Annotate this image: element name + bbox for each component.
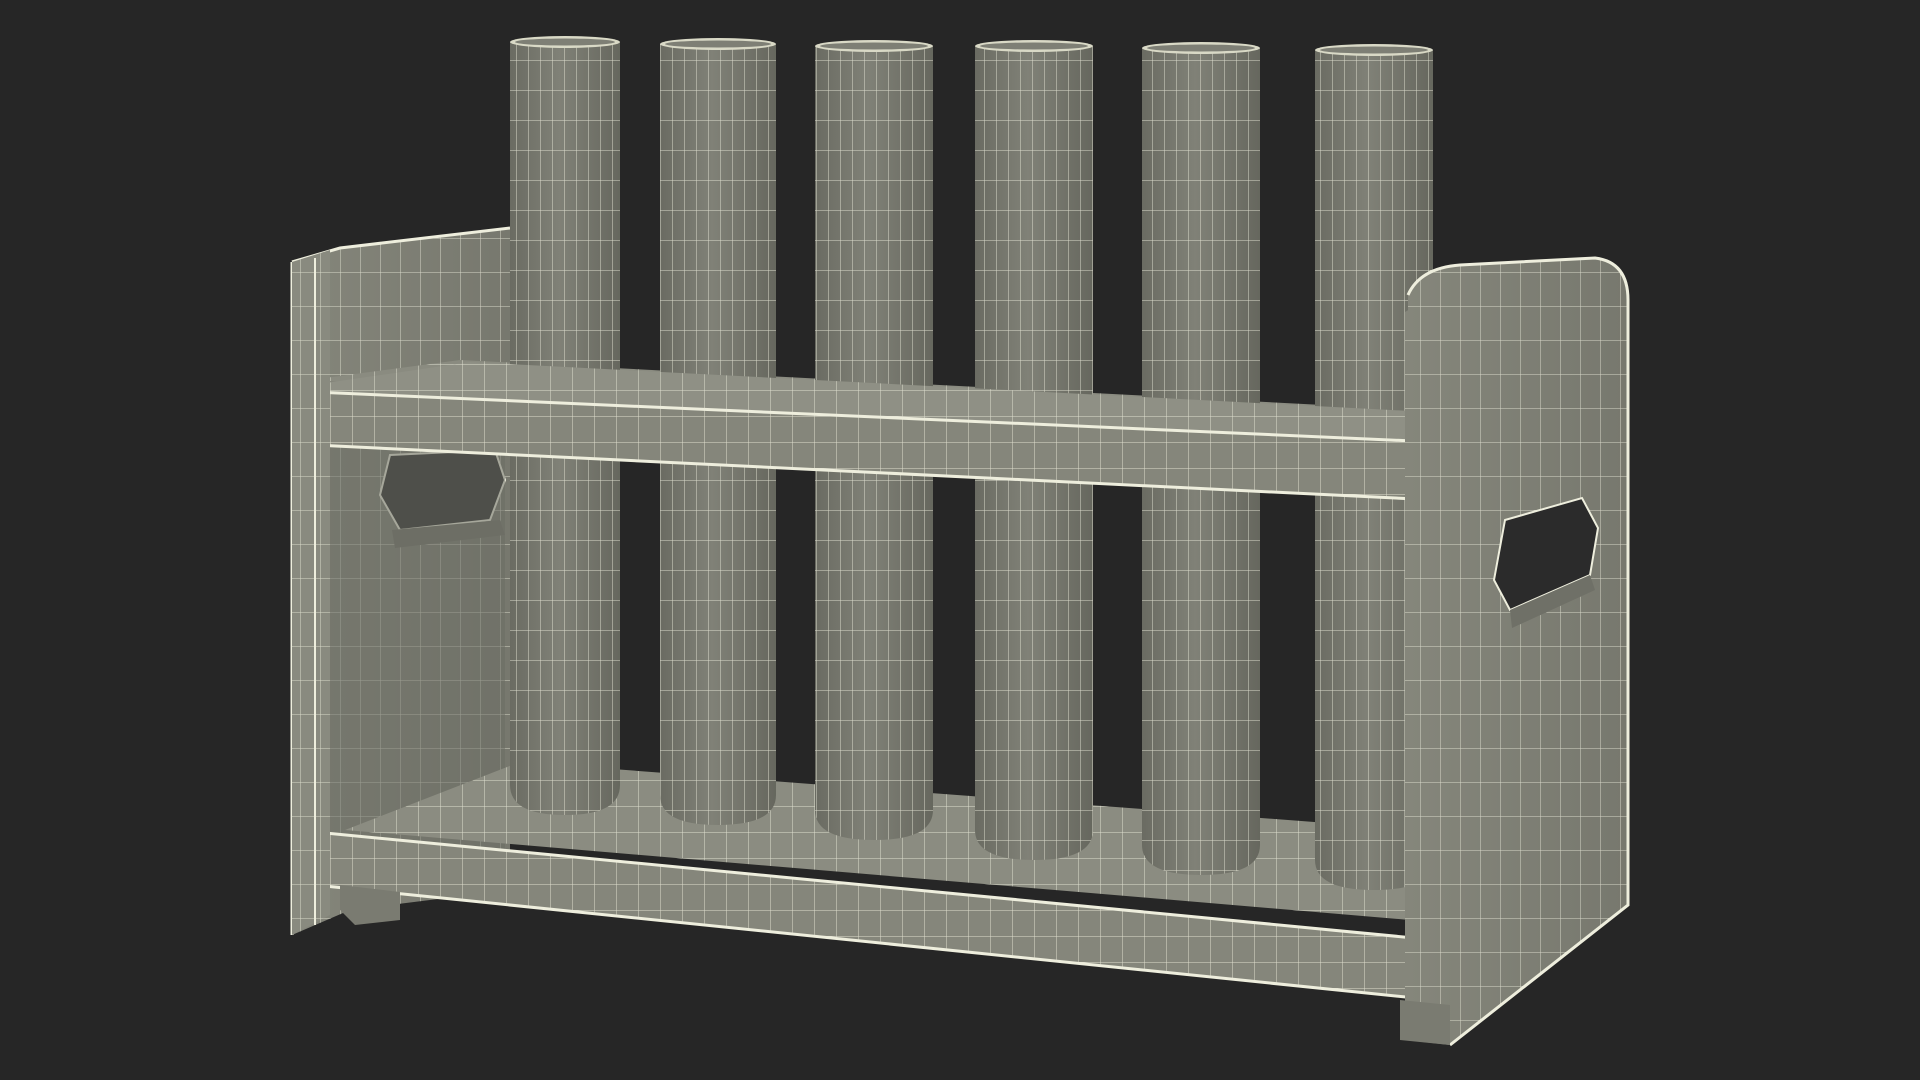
right-end-panel [1400, 256, 1630, 1047]
rack-render [290, 36, 1630, 1047]
left-front-post [292, 250, 330, 935]
3d-viewport[interactable] [0, 0, 1920, 1080]
